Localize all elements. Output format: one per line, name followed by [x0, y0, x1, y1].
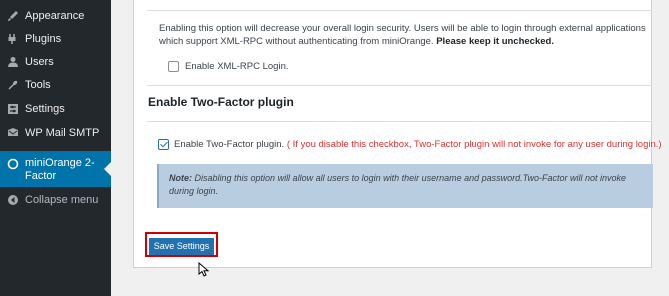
note-prefix: Note:	[169, 173, 192, 183]
note-text: Disabling this option will allow all use…	[169, 173, 627, 196]
two-factor-heading: Enable Two-Factor plugin	[148, 95, 294, 109]
sidebar-item-label: Tools	[25, 79, 51, 91]
section-divider	[147, 121, 652, 122]
sidebar-item-label: WP Mail SMTP	[25, 127, 100, 139]
xmlrpc-login-checkbox[interactable]	[168, 61, 179, 72]
sidebar-item-miniorange-2-factor[interactable]: miniOrange 2-Factor	[0, 151, 111, 187]
section-divider	[147, 85, 652, 86]
save-button-highlight: Save Settings	[145, 232, 218, 257]
sidebar-item-label: Settings	[25, 103, 65, 115]
xmlrpc-description-bold: Please keep it unchecked.	[436, 36, 554, 47]
sidebar-item-label: Plugins	[25, 33, 62, 45]
sidebar-item-wp-mail-smtp[interactable]: WP Mail SMTP	[0, 127, 111, 141]
sidebar-item-appearance[interactable]: Appearance	[0, 10, 111, 24]
miniorange-icon	[7, 158, 19, 170]
admin-sidebar: Appearance Plugins Users Tools Settings …	[0, 0, 111, 296]
mail-icon	[8, 128, 18, 136]
collapse-icon	[8, 195, 18, 205]
settings-icon	[8, 104, 18, 114]
two-factor-label-text: Enable Two-Factor plugin.	[174, 139, 285, 150]
collapse-menu-label: Collapse menu	[25, 194, 99, 206]
sidebar-item-tools[interactable]: Tools	[0, 79, 111, 93]
sidebar-item-settings[interactable]: Settings	[0, 103, 111, 117]
two-factor-label: Enable Two-Factor plugin. ( If you disab…	[174, 139, 662, 150]
sidebar-item-label: Users	[25, 56, 54, 68]
section-divider	[147, 10, 652, 11]
plugin-icon	[8, 34, 16, 44]
save-settings-button[interactable]: Save Settings	[149, 237, 214, 255]
wrench-icon	[8, 80, 18, 90]
xmlrpc-description-text: Enabling this option will decrease your …	[159, 23, 646, 47]
sidebar-item-plugins[interactable]: Plugins	[0, 33, 111, 47]
note-box: Note: Disabling this option will allow a…	[157, 164, 653, 208]
paintbrush-icon	[8, 11, 18, 21]
settings-panel: Enabling this option will decrease your …	[133, 0, 652, 268]
xmlrpc-login-label: Enable XML-RPC Login.	[185, 61, 289, 72]
two-factor-warning: ( If you disable this checkbox, Two-Fact…	[286, 139, 662, 150]
sidebar-item-label: miniOrange 2-Factor	[25, 157, 95, 182]
mouse-cursor-icon	[198, 262, 210, 277]
xmlrpc-description: Enabling this option will decrease your …	[159, 22, 659, 48]
users-icon	[8, 57, 18, 67]
sidebar-item-label: Appearance	[25, 10, 85, 22]
collapse-menu-button[interactable]: Collapse menu	[0, 194, 111, 208]
two-factor-checkbox[interactable]	[158, 139, 169, 150]
sidebar-item-users[interactable]: Users	[0, 56, 111, 70]
active-indicator-arrow	[104, 162, 111, 176]
